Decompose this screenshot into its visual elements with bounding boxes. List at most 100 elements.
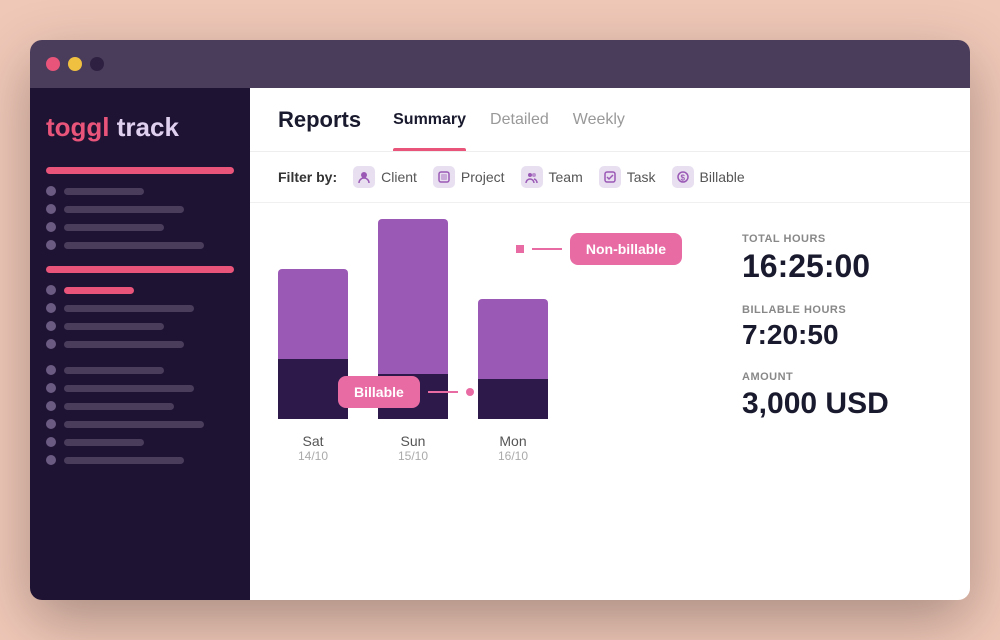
sidebar-line bbox=[64, 341, 184, 348]
tooltip-line-nonbillable bbox=[532, 248, 562, 250]
sidebar-dot bbox=[46, 204, 56, 214]
total-hours-label: TOTAL HOURS bbox=[742, 233, 942, 245]
bar-label-sat: Sat 14/10 bbox=[298, 433, 328, 463]
window-body: toggl track bbox=[30, 88, 970, 600]
list-item[interactable] bbox=[46, 186, 234, 196]
bar-label-mon: Mon 16/10 bbox=[498, 433, 528, 463]
sidebar-line bbox=[64, 367, 164, 374]
tooltip-dot-billable bbox=[466, 388, 474, 396]
logo: toggl track bbox=[46, 112, 234, 143]
sidebar-line bbox=[64, 242, 204, 249]
stat-total-hours: TOTAL HOURS 16:25:00 bbox=[742, 233, 942, 284]
filter-team[interactable]: Team bbox=[521, 166, 583, 188]
team-icon bbox=[521, 166, 543, 188]
sidebar-line bbox=[64, 206, 184, 213]
list-item[interactable] bbox=[46, 339, 234, 349]
filter-task[interactable]: Task bbox=[599, 166, 656, 188]
amount-label: AMOUNT bbox=[742, 371, 942, 383]
filter-label: Filter by: bbox=[278, 169, 337, 185]
tab-summary[interactable]: Summary bbox=[393, 88, 466, 151]
stat-billable-hours: BILLABLE HOURS 7:20:50 bbox=[742, 304, 942, 351]
tooltip-line-billable bbox=[428, 391, 458, 393]
tab-weekly[interactable]: Weekly bbox=[573, 88, 625, 151]
nav-tabs: Summary Detailed Weekly bbox=[393, 88, 625, 151]
tooltip-dot-nonbillable bbox=[516, 245, 524, 253]
sidebar-line bbox=[64, 224, 164, 231]
list-item[interactable] bbox=[46, 303, 234, 313]
tooltip-billable-container: Billable bbox=[338, 376, 474, 408]
filter-billable[interactable]: $ Billable bbox=[672, 166, 745, 188]
sidebar-line bbox=[64, 403, 174, 410]
list-item[interactable] bbox=[46, 285, 234, 295]
sidebar-group-3 bbox=[46, 365, 234, 465]
sidebar-dot bbox=[46, 401, 56, 411]
logo-toggl: toggl bbox=[46, 112, 110, 142]
bar-sat-nonbillable bbox=[278, 269, 348, 359]
bar-group-sat: Sat 14/10 bbox=[278, 219, 348, 463]
bar-label-sun: Sun 15/10 bbox=[398, 433, 428, 463]
tooltip-nonbillable: Non-billable bbox=[570, 233, 682, 265]
titlebar bbox=[30, 40, 970, 88]
list-item[interactable] bbox=[46, 455, 234, 465]
project-icon bbox=[433, 166, 455, 188]
sidebar-dot bbox=[46, 437, 56, 447]
stat-amount: AMOUNT 3,000 USD bbox=[742, 371, 942, 420]
svg-text:$: $ bbox=[680, 174, 685, 183]
list-item[interactable] bbox=[46, 365, 234, 375]
page-title: Reports bbox=[278, 107, 361, 133]
sidebar-dot bbox=[46, 419, 56, 429]
sidebar-line bbox=[64, 385, 194, 392]
billable-hours-value: 7:20:50 bbox=[742, 320, 942, 351]
sidebar-dot bbox=[46, 186, 56, 196]
close-button[interactable] bbox=[46, 57, 60, 71]
list-item[interactable] bbox=[46, 401, 234, 411]
sidebar-line bbox=[64, 305, 194, 312]
bar-chart: Sat 14/10 bbox=[278, 223, 712, 463]
bar-sun-nonbillable bbox=[378, 219, 448, 374]
list-item[interactable] bbox=[46, 240, 234, 250]
sidebar-dot bbox=[46, 321, 56, 331]
sidebar-dot bbox=[46, 285, 56, 295]
filter-bar: Filter by: Client bbox=[250, 152, 970, 203]
sidebar-dot bbox=[46, 455, 56, 465]
billable-hours-label: BILLABLE HOURS bbox=[742, 304, 942, 316]
sidebar-dot bbox=[46, 383, 56, 393]
amount-value: 3,000 USD bbox=[742, 387, 942, 420]
stats-panel: TOTAL HOURS 16:25:00 BILLABLE HOURS 7:20… bbox=[742, 223, 942, 580]
list-item[interactable] bbox=[46, 321, 234, 331]
sidebar-line bbox=[64, 421, 204, 428]
list-item[interactable] bbox=[46, 383, 234, 393]
sidebar-dot bbox=[46, 240, 56, 250]
sidebar: toggl track bbox=[30, 88, 250, 600]
top-nav: Reports Summary Detailed Weekly bbox=[250, 88, 970, 152]
billable-icon: $ bbox=[672, 166, 694, 188]
content-area: Sat 14/10 bbox=[250, 203, 970, 600]
client-icon bbox=[353, 166, 375, 188]
sidebar-pink-bar bbox=[46, 266, 234, 273]
sidebar-group-1 bbox=[46, 167, 234, 250]
minimize-button[interactable] bbox=[68, 57, 82, 71]
sidebar-dot bbox=[46, 303, 56, 313]
list-item[interactable] bbox=[46, 437, 234, 447]
sidebar-dot bbox=[46, 365, 56, 375]
filter-project[interactable]: Project bbox=[433, 166, 505, 188]
list-item[interactable] bbox=[46, 419, 234, 429]
list-item[interactable] bbox=[46, 204, 234, 214]
tooltip-nonbillable-container: Non-billable bbox=[516, 233, 682, 265]
filter-client[interactable]: Client bbox=[353, 166, 417, 188]
app-window: toggl track bbox=[30, 40, 970, 600]
list-item[interactable] bbox=[46, 222, 234, 232]
tab-detailed[interactable]: Detailed bbox=[490, 88, 549, 151]
main-content: Reports Summary Detailed Weekly Filter b… bbox=[250, 88, 970, 600]
bar-group-sun: Sun 15/10 bbox=[378, 219, 448, 463]
maximize-button[interactable] bbox=[90, 57, 104, 71]
sidebar-dot bbox=[46, 222, 56, 232]
bar-mon-billable bbox=[478, 379, 548, 419]
sidebar-line bbox=[64, 439, 144, 446]
chart-area: Sat 14/10 bbox=[278, 223, 712, 580]
tooltip-billable: Billable bbox=[338, 376, 420, 408]
sidebar-line bbox=[64, 323, 164, 330]
bar-mon-nonbillable bbox=[478, 299, 548, 379]
sidebar-line bbox=[64, 287, 134, 294]
logo-track: track bbox=[110, 112, 179, 142]
